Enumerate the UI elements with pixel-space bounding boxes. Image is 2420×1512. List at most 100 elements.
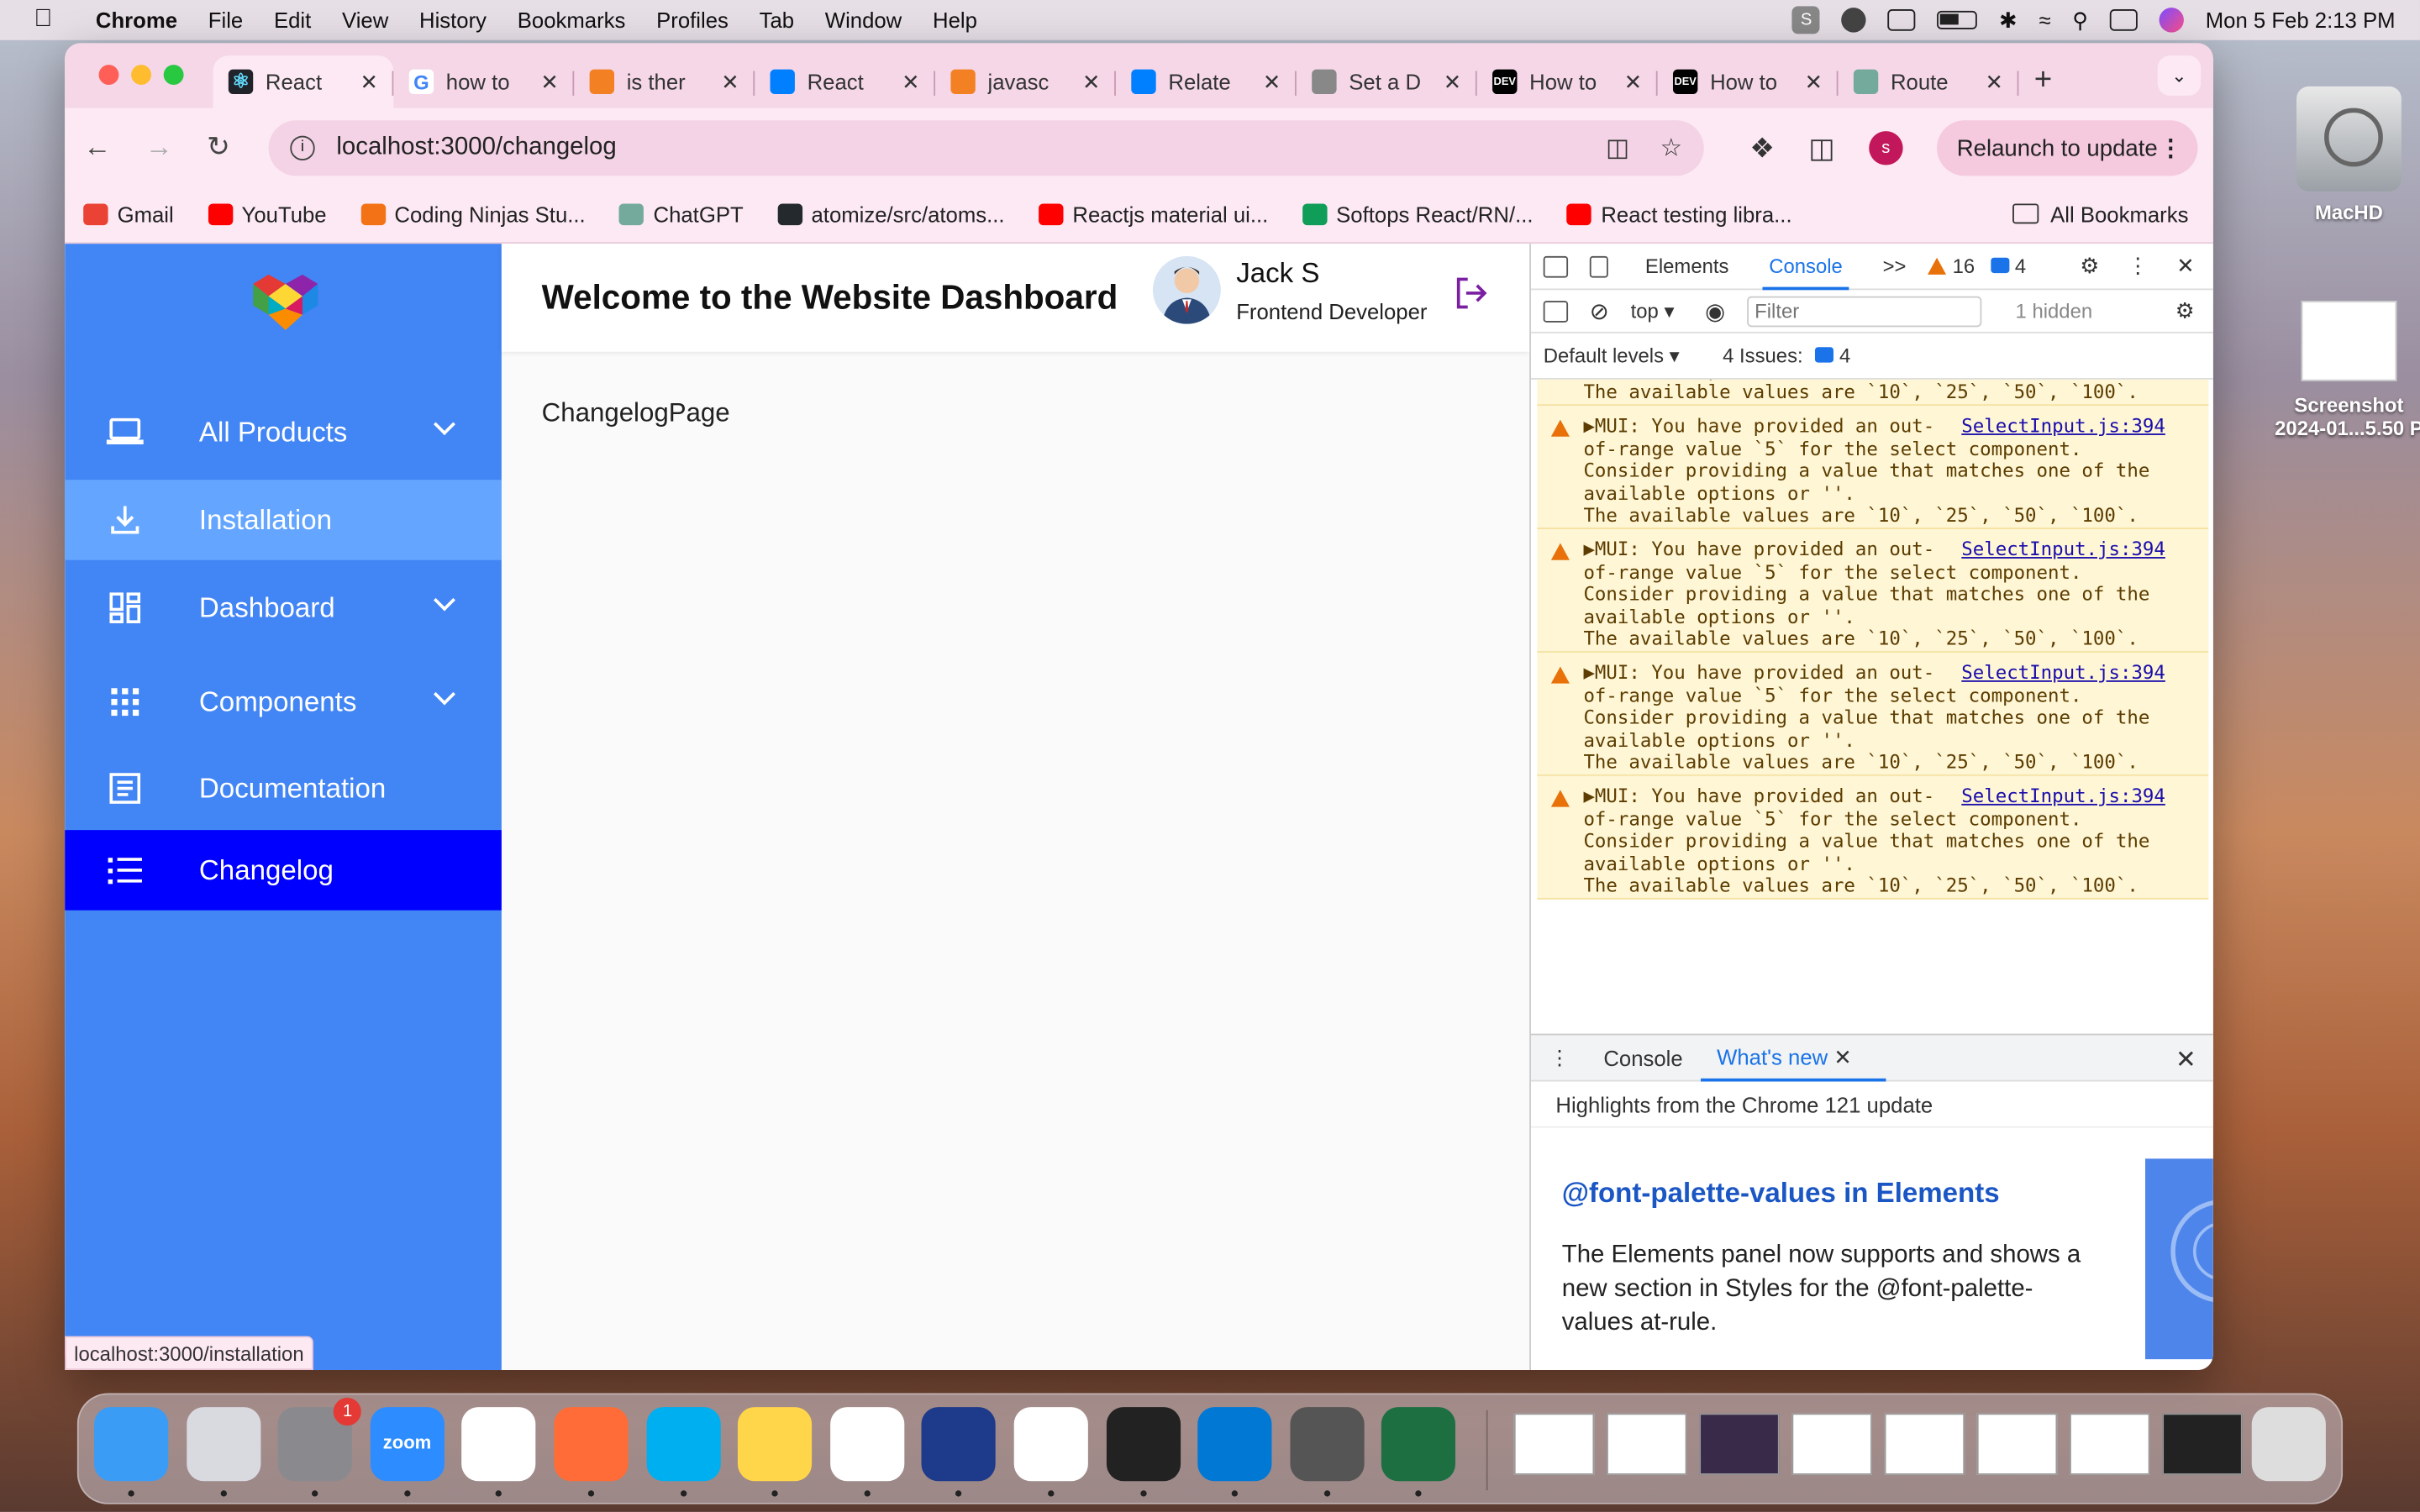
bookmark-item[interactable]: Softops React/RN/... xyxy=(1302,202,1534,226)
console-warning-message[interactable]: ▶MUI: You have provided an out- of-range… xyxy=(1537,652,2209,776)
browser-tab[interactable]: is ther ✕ xyxy=(574,55,755,108)
bluetooth-icon[interactable]: ✱ xyxy=(1999,7,2018,33)
context-selector[interactable]: top ▾ xyxy=(1631,298,1675,323)
desktop-disk-macintosh-hd[interactable]: MacHD xyxy=(2291,86,2408,223)
menu-tab[interactable]: Tab xyxy=(760,8,794,32)
close-tab-icon[interactable]: ✕ xyxy=(540,69,559,95)
browser-tab[interactable]: Relate ✕ xyxy=(1116,55,1297,108)
dock-slack-icon[interactable] xyxy=(829,1407,904,1497)
keyboard-icon[interactable] xyxy=(1887,9,1917,31)
all-bookmarks-button[interactable]: All Bookmarks xyxy=(2012,202,2188,226)
focus-app-icon[interactable] xyxy=(1841,8,1867,33)
apple-icon[interactable]:  xyxy=(34,6,65,34)
eye-icon[interactable]: ◉ xyxy=(1705,297,1725,324)
dock-system-settings-icon[interactable]: 1 xyxy=(277,1398,362,1497)
menubar-clock[interactable]: Mon 5 Feb 2:13 PM xyxy=(2206,8,2396,32)
desktop-screenshot-file[interactable]: Screenshot 2024-01...5.50 P xyxy=(2241,301,2420,439)
close-icon[interactable]: ✕ xyxy=(2176,253,2195,279)
dock-zoom-icon[interactable]: zoom xyxy=(370,1407,445,1497)
logout-icon[interactable] xyxy=(1452,275,1489,312)
issues-link[interactable]: 4 Issues: 4 xyxy=(1723,344,1850,368)
console-settings-gear-icon[interactable]: ⚙ xyxy=(2175,297,2195,323)
dock-window-thumbnail[interactable] xyxy=(1976,1413,2058,1475)
clear-console-icon[interactable]: ⊘ xyxy=(1590,297,1609,324)
menu-edit[interactable]: Edit xyxy=(274,8,311,32)
drawer-tab-whats-new[interactable]: What's new ✕ xyxy=(1701,1044,1886,1082)
close-window-button[interactable] xyxy=(98,65,119,86)
browser-tab[interactable]: javasc ✕ xyxy=(935,55,1116,108)
wifi-icon[interactable]: ≈ xyxy=(2039,8,2050,32)
menu-help[interactable]: Help xyxy=(933,8,977,32)
console-warning-message[interactable]: ▶MUI: You have provided an out- of-range… xyxy=(1537,379,2209,407)
device-toolbar-icon[interactable] xyxy=(1589,255,1608,277)
menu-profiles[interactable]: Profiles xyxy=(656,8,729,32)
browser-tab[interactable]: DEV How to ✕ xyxy=(1658,55,1839,108)
drawer-tab-console[interactable]: Console xyxy=(1603,1045,1682,1069)
app-logo-icon[interactable] xyxy=(250,271,321,333)
dock-window-thumbnail[interactable] xyxy=(1513,1413,1595,1475)
chevron-down-icon[interactable] xyxy=(433,683,455,706)
bookmark-item[interactable]: Reactjs material ui... xyxy=(1038,202,1268,226)
whats-new-heading[interactable]: @font-palette-values in Elements xyxy=(1562,1177,2000,1210)
menu-view[interactable]: View xyxy=(342,8,388,32)
browser-tab[interactable]: Ghow to ✕ xyxy=(393,55,575,108)
minimize-window-button[interactable] xyxy=(131,65,151,86)
close-tab-icon[interactable]: ✕ xyxy=(1985,69,2003,95)
sidebar-item-installation[interactable]: Installation xyxy=(65,480,502,560)
zoom-window-button[interactable] xyxy=(163,65,184,86)
dock-postman-icon[interactable] xyxy=(554,1407,629,1497)
battery-icon[interactable] xyxy=(1937,10,1978,29)
new-tab-button[interactable]: + xyxy=(2034,63,2052,98)
sidebar-item-dashboard[interactable]: Dashboard xyxy=(65,568,502,648)
drawer-menu-icon[interactable]: ⋮ xyxy=(1549,1045,1570,1069)
menu-app-name[interactable]: Chrome xyxy=(96,8,177,32)
bookmark-item[interactable]: Coding Ninjas Stu... xyxy=(360,202,586,226)
close-tab-icon[interactable]: ✕ xyxy=(360,69,378,95)
dock-window-thumbnail[interactable] xyxy=(1699,1413,1780,1475)
spotlight-search-icon[interactable]: ⚲ xyxy=(2072,7,2088,33)
address-bar[interactable]: i localhost:3000/changelog ◫ ☆ xyxy=(268,120,1704,176)
sidebar-item-components[interactable]: Components xyxy=(65,662,502,743)
close-tab-icon[interactable]: ✕ xyxy=(1624,69,1643,95)
kebab-menu-icon[interactable]: ⋮ xyxy=(2160,134,2183,162)
sidebar-item-documentation[interactable]: Documentation xyxy=(65,748,502,829)
browser-tab[interactable]: ⚛ React ✕ xyxy=(213,55,394,108)
chevron-down-icon[interactable] xyxy=(433,413,455,436)
side-panel-icon[interactable]: ◫ xyxy=(1808,132,1834,165)
close-tab-icon[interactable]: ✕ xyxy=(1805,69,1823,95)
control-center-icon[interactable] xyxy=(2109,9,2138,31)
sidebar-item-all-products[interactable]: All Products xyxy=(65,392,502,473)
close-drawer-icon[interactable]: ✕ xyxy=(2175,1044,2196,1075)
menu-file[interactable]: File xyxy=(208,8,243,32)
dock-notes-icon[interactable] xyxy=(738,1407,813,1497)
dock-finder-icon[interactable] xyxy=(94,1407,169,1497)
console-warning-message[interactable]: ▶MUI: You have provided an out- of-range… xyxy=(1537,528,2209,653)
more-tabs-icon[interactable]: >> xyxy=(1883,255,1907,278)
site-info-icon[interactable]: i xyxy=(290,135,315,161)
back-button[interactable]: ← xyxy=(83,130,111,163)
close-tab-icon[interactable]: ✕ xyxy=(1263,69,1281,95)
s-status-icon[interactable]: S xyxy=(1792,6,1821,34)
address-url[interactable]: localhost:3000/changelog xyxy=(336,134,616,162)
console-source-link[interactable]: SelectInput.js:394 xyxy=(1961,662,2165,685)
close-tab-icon[interactable]: ✕ xyxy=(1082,69,1101,95)
kebab-menu-icon[interactable]: ⋮ xyxy=(2127,253,2149,279)
bookmark-item[interactable]: React testing libra... xyxy=(1566,202,1792,226)
dock-vscode-icon[interactable] xyxy=(1197,1407,1272,1497)
gear-icon[interactable]: ⚙ xyxy=(2080,253,2099,279)
close-tab-icon[interactable]: ✕ xyxy=(902,69,920,95)
relaunch-update-button[interactable]: Relaunch to update ⋮ xyxy=(1936,120,2198,176)
bookmark-item[interactable]: atomize/src/atoms... xyxy=(777,202,1005,226)
siri-icon[interactable] xyxy=(2159,8,2185,33)
reload-button[interactable]: ↻ xyxy=(207,130,230,163)
browser-tab[interactable]: DEV How to ✕ xyxy=(1477,55,1658,108)
browser-tab[interactable]: React ✕ xyxy=(755,55,936,108)
bookmark-item[interactable]: YouTube xyxy=(208,202,327,226)
messages-count[interactable]: 4 xyxy=(1990,255,2026,278)
menu-window[interactable]: Window xyxy=(825,8,902,32)
forward-button[interactable]: → xyxy=(145,130,173,163)
extensions-puzzle-icon[interactable]: ❖ xyxy=(1749,132,1775,165)
sidebar-toggle-icon[interactable] xyxy=(1543,300,1569,322)
trash-icon[interactable] xyxy=(2251,1407,2326,1482)
browser-tab[interactable]: Set a D ✕ xyxy=(1297,55,1477,108)
